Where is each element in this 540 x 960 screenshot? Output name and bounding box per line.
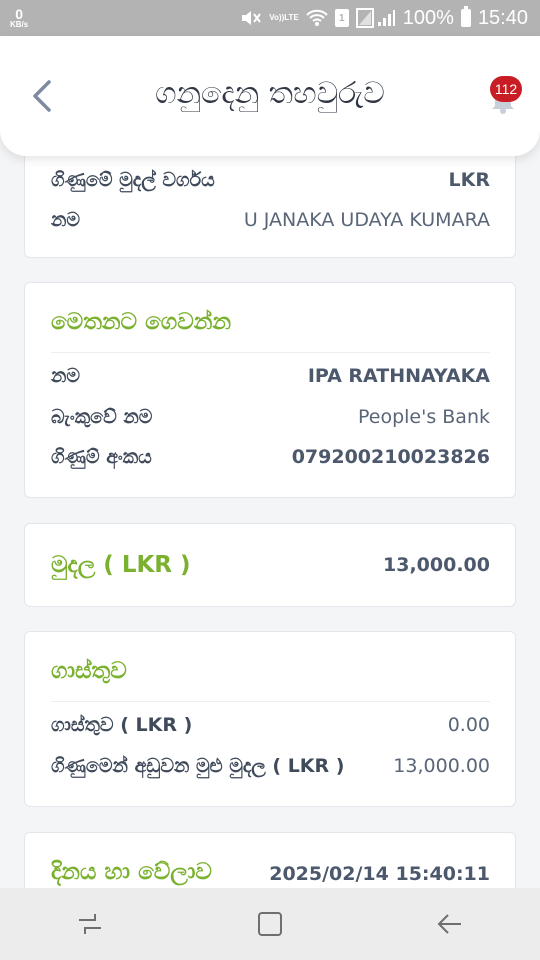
back-nav-button[interactable]	[420, 894, 480, 954]
total-debit-row: ගිණුමෙන් අඩුවන මුළු මුදල ( LKR ) 13,000.…	[51, 755, 490, 777]
home-icon	[258, 912, 282, 936]
account-name-row: නම U JANAKA UDAYA KUMARA	[51, 209, 490, 231]
recipient-card-title: මෙතනට ගෙවන්න	[51, 309, 232, 335]
status-icons: Vo)) LTE 1 100% 15:40	[240, 6, 528, 30]
datetime-row: 2025/02/14 15:40:11	[269, 863, 490, 885]
account-number-label: ගිණුම් අංකය	[51, 446, 152, 468]
account-name-value: U JANAKA UDAYA KUMARA	[243, 209, 490, 231]
fee-label: ගාස්තුව ( LKR )	[51, 714, 193, 736]
total-debit-value: 13,000.00	[393, 755, 490, 777]
recent-apps-icon	[79, 914, 101, 934]
amount-card: මුදල ( LKR ) 13,000.00	[24, 523, 516, 607]
back-arrow-icon	[437, 914, 461, 934]
amount-row: 13,000.00	[383, 554, 490, 576]
divider	[51, 701, 490, 702]
battery-icon	[460, 6, 471, 27]
fee-row: ගාස්තුව ( LKR ) 0.00	[51, 714, 490, 736]
account-number-value: 079200210023826	[291, 446, 490, 468]
recipient-name-row: නම IPA RATHNAYAKA	[51, 365, 490, 387]
amount-label: මුදල ( LKR )	[51, 552, 191, 578]
recipient-card: මෙතනට ගෙවන්න නම IPA RATHNAYAKA බැංකුවේ න…	[24, 282, 516, 498]
fee-value: 0.00	[447, 714, 490, 736]
status-bar: 0 KB/s Vo)) LTE 1 100% 15:40	[0, 0, 540, 36]
divider	[51, 352, 490, 353]
confirmation-content[interactable]: ගිණුමේ මුදල් වර්ගය LKR නම U JANAKA UDAYA…	[0, 36, 540, 888]
volte-bottom-label: LTE	[284, 13, 299, 22]
bank-name-label: බැංකුවේ නම	[51, 406, 153, 428]
network-speed: 0 KB/s	[10, 7, 28, 29]
recipient-name-value: IPA RATHNAYAKA	[307, 365, 490, 387]
clock: 15:40	[477, 6, 528, 29]
volte-icon: Vo)) LTE	[269, 14, 298, 22]
fee-card: ගාස්තුව ගාස්තුව ( LKR ) 0.00 ගිණුමෙන් අඩ…	[24, 631, 516, 807]
bank-name-value: People's Bank	[357, 406, 490, 428]
battery-percent: 100%	[402, 6, 454, 29]
bank-name-row: බැංකුවේ නම People's Bank	[51, 406, 490, 428]
account-number-row: ගිණුම් අංකය 079200210023826	[51, 446, 490, 468]
recent-apps-button[interactable]	[60, 894, 120, 954]
recipient-name-label: නම	[51, 365, 81, 387]
mute-icon	[240, 8, 262, 28]
fee-card-title: ගාස්තුව	[51, 658, 127, 684]
amount-value: 13,000.00	[383, 554, 490, 576]
app-header: ගනුදෙනු තහවුරුව 112	[0, 36, 540, 156]
network-speed-unit: KB/s	[10, 20, 29, 29]
account-currency-row: ගිණුමේ මුදල් වර්ගය LKR	[51, 169, 490, 191]
account-currency-label: ගිණුමේ මුදල් වර්ගය	[51, 169, 215, 191]
account-name-label: නම	[51, 209, 81, 231]
sim-slot-icon: 1	[334, 9, 349, 27]
page-title: ගනුදෙනු තහවුරුව	[155, 76, 385, 111]
signal-icon	[355, 8, 396, 28]
account-currency-value: LKR	[448, 169, 490, 191]
datetime-value: 2025/02/14 15:40:11	[269, 863, 490, 885]
home-button[interactable]	[240, 894, 300, 954]
system-nav-bar	[0, 888, 540, 960]
total-debit-label: ගිණුමෙන් අඩුවන මුළු මුදල ( LKR )	[51, 755, 345, 777]
notification-count-badge: 112	[490, 76, 522, 102]
datetime-label: දිනය හා වේලාව	[51, 859, 212, 885]
datetime-card: දිනය හා වේලාව 2025/02/14 15:40:11	[24, 832, 516, 888]
network-speed-value: 0	[15, 6, 24, 22]
volte-top-label: Vo))	[269, 13, 285, 22]
wifi-icon	[306, 9, 328, 27]
